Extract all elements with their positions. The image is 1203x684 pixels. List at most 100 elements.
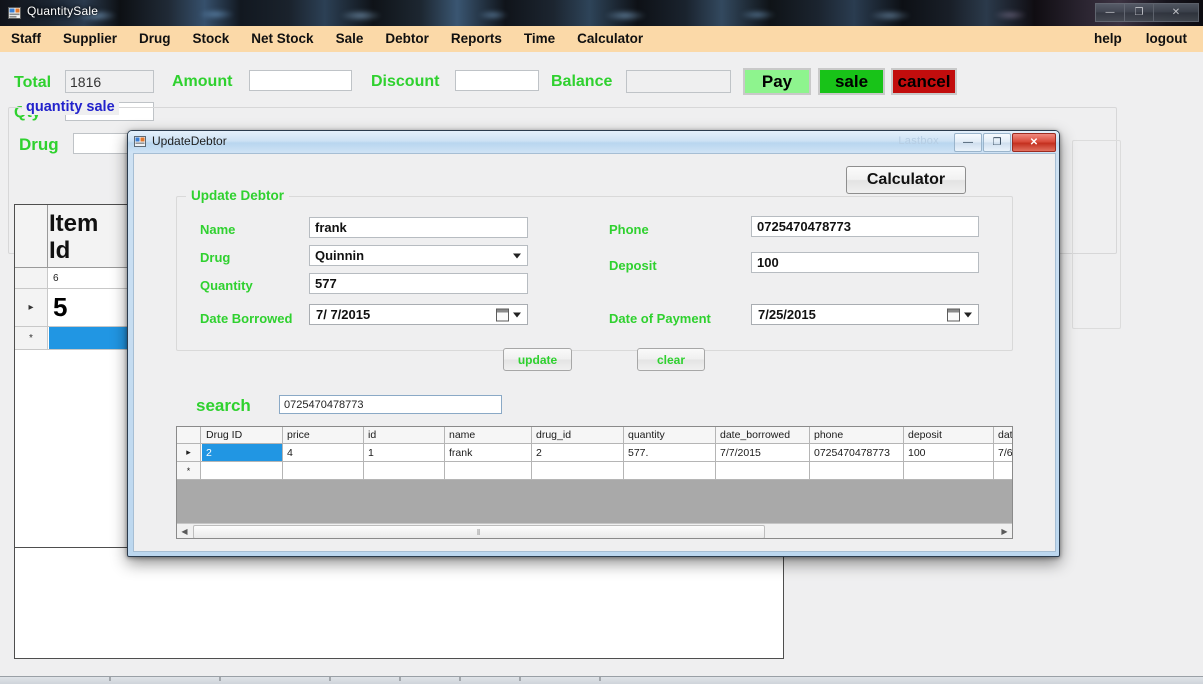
date-borrowed-label: Date Borrowed [200,311,293,326]
menu-item-supplier[interactable]: Supplier [52,26,128,52]
scroll-right-arrow-icon[interactable]: ▶ [997,524,1012,538]
debtor-datagrid[interactable]: Drug ID price id name drug_id quantity d… [176,426,1013,539]
dialog-close-button[interactable]: ✕ [1012,133,1056,152]
quantity-input[interactable] [309,273,528,294]
column-header-phone[interactable]: phone [810,427,904,443]
column-header-quantity[interactable]: quantity [624,427,716,443]
date-borrowed-value: 7/ 7/2015 [316,307,371,322]
cell-drug-id[interactable]: 2 [202,444,283,461]
table-row[interactable]: ▸ 2 4 1 frank 2 577. 7/7/2015 0725470478… [177,444,1012,462]
close-icon: ✕ [1029,137,1039,148]
calendar-icon [496,308,509,321]
menu-item-logout[interactable]: logout [1134,26,1199,52]
date-of-payment-label: Date of Payment [609,311,711,326]
column-header-name[interactable]: name [445,427,532,443]
column-header-dat[interactable]: dat [994,427,1012,443]
dialog-titlebar[interactable]: UpdateDebtor Lastbox — ❐ ✕ [128,131,1059,153]
menu-item-help[interactable]: help [1082,26,1134,52]
column-header-id[interactable]: id [364,427,445,443]
menu-item-staff[interactable]: Staff [0,26,52,52]
bottom-datagrid-area[interactable] [14,547,784,659]
cell-deposit[interactable] [904,462,994,479]
maximize-icon: ❐ [992,137,1002,148]
menu-right-group: help logout [1082,26,1199,52]
balance-input[interactable] [626,70,731,93]
cell-drug-id2[interactable] [532,462,624,479]
minimize-icon: — [963,137,973,148]
menu-item-net-stock[interactable]: Net Stock [240,26,324,52]
drug-label: Drug [19,135,59,154]
column-header-price[interactable]: price [283,427,364,443]
cell-date-borrowed[interactable] [716,462,810,479]
maximize-button[interactable]: ❐ [1124,3,1153,22]
pay-button[interactable]: Pay [743,68,811,95]
cell-id[interactable] [364,462,445,479]
dialog-maximize-button[interactable]: ❐ [983,133,1011,152]
taskbar-ticks [109,677,601,681]
column-header-deposit[interactable]: deposit [904,427,994,443]
cell-id[interactable]: 1 [364,444,445,461]
cell-dat[interactable]: 7/6 [994,444,1012,461]
cell-dat[interactable] [994,462,1012,479]
chevron-down-icon [513,312,521,317]
table-row-new[interactable]: * [177,462,1012,480]
minimize-icon: — [1105,6,1115,18]
row-marker-current: ▸ [177,444,201,461]
cell-drug-id[interactable] [202,462,283,479]
update-button[interactable]: update [503,348,572,371]
discount-label: Discount [371,73,440,90]
maximize-icon: ❐ [1134,6,1144,18]
cell-drug-id2[interactable]: 2 [532,444,624,461]
chevron-down-icon [513,253,521,258]
column-header-date-borrowed[interactable]: date_borrowed [716,427,810,443]
window-title: QuantitySale [27,4,99,18]
cell-quantity[interactable] [624,462,716,479]
menu-item-time[interactable]: Time [513,26,566,52]
cancel-button[interactable]: cancel [891,68,957,95]
name-input[interactable] [309,217,528,238]
horizontal-scrollbar[interactable]: ◀ ‖ ▶ [177,523,1012,538]
drug-combobox[interactable]: Quinnin [309,245,528,266]
cell-name[interactable]: frank [445,444,532,461]
menu-item-debtor[interactable]: Debtor [374,26,440,52]
menu-item-drug[interactable]: Drug [128,26,182,52]
discount-input[interactable] [455,70,539,91]
menu-item-sale[interactable]: Sale [325,26,375,52]
phone-input[interactable] [751,216,979,237]
dialog-title: UpdateDebtor [152,134,227,148]
cell-date-borrowed[interactable]: 7/7/2015 [716,444,810,461]
cell-quantity[interactable]: 577. [624,444,716,461]
dialog-minimize-button[interactable]: — [954,133,982,152]
search-label: search [196,396,251,415]
date-borrowed-picker[interactable]: 7/ 7/2015 [309,304,528,325]
chevron-down-icon [964,312,972,317]
total-input[interactable] [65,70,154,93]
column-header-drug-id[interactable]: Drug ID [202,427,283,443]
form-icon [134,135,147,148]
date-of-payment-picker[interactable]: 7/25/2015 [751,304,979,325]
cell-price[interactable] [283,462,364,479]
drug-label: Drug [200,250,231,265]
clear-button[interactable]: clear [637,348,705,371]
search-input[interactable] [279,395,502,414]
minimize-button[interactable]: — [1095,3,1124,22]
cell-name[interactable] [445,462,532,479]
menu-item-reports[interactable]: Reports [440,26,513,52]
deposit-input[interactable] [751,252,979,273]
menu-item-stock[interactable]: Stock [182,26,241,52]
cell-price[interactable]: 4 [283,444,364,461]
amount-label: Amount [172,73,233,90]
name-label: Name [200,222,236,237]
sale-button[interactable]: sale [818,68,885,95]
amount-input[interactable] [249,70,352,91]
cell-phone[interactable] [810,462,904,479]
cell-deposit[interactable]: 100 [904,444,994,461]
menu-item-calculator[interactable]: Calculator [566,26,654,52]
column-header-drug-id2[interactable]: drug_id [532,427,624,443]
close-button[interactable]: ✕ [1153,3,1199,22]
cell-phone[interactable]: 0725470478773 [810,444,904,461]
scroll-left-arrow-icon[interactable]: ◀ [177,524,192,538]
scrollbar-thumb[interactable]: ‖ [193,525,765,538]
calculator-button[interactable]: Calculator [846,166,966,194]
row-marker [15,268,48,288]
